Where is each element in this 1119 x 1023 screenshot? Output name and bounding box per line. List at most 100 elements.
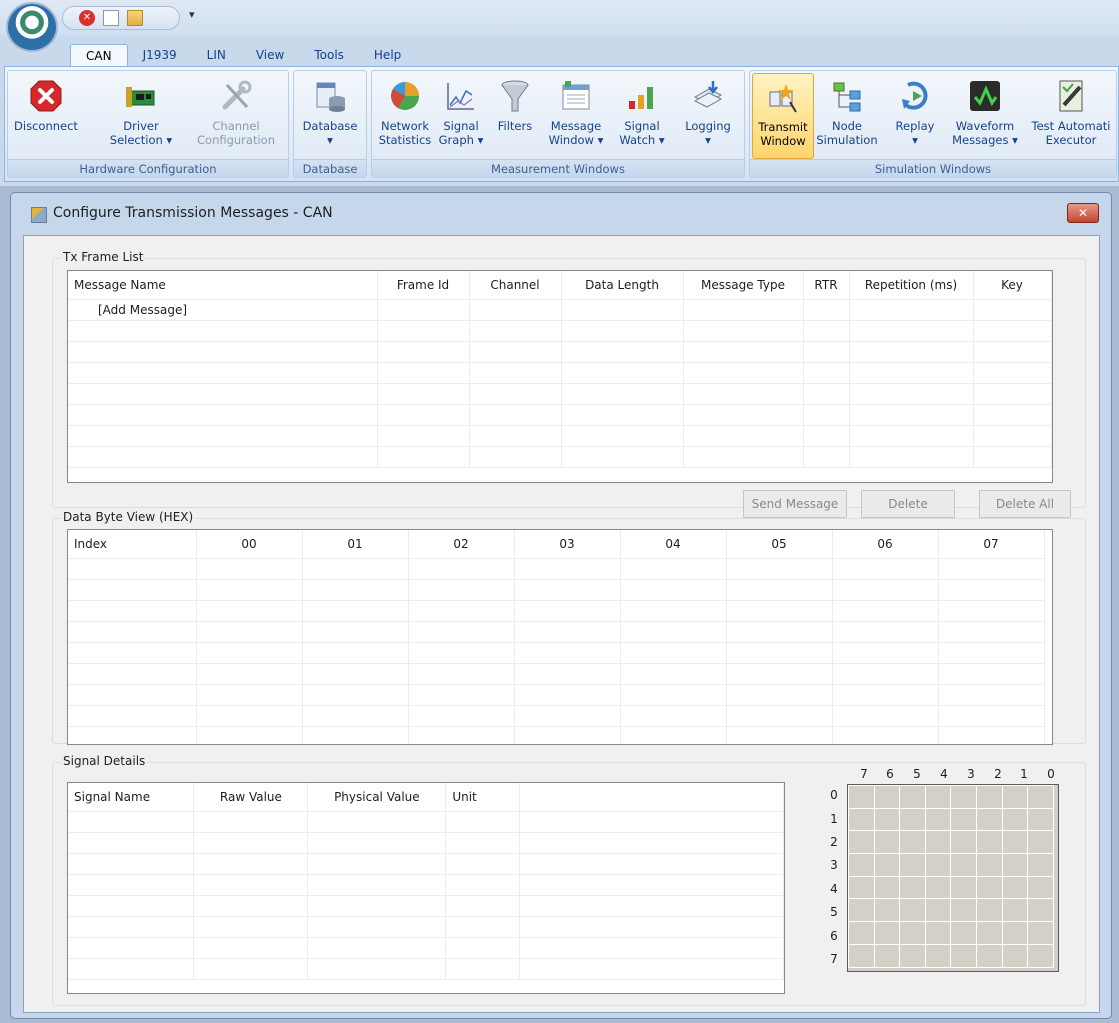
dialog-title: Configure Transmission Messages - CAN — [53, 205, 333, 221]
circuit-board-icon — [126, 87, 155, 107]
tab-can[interactable]: CAN — [70, 44, 128, 66]
table-header-row: Signal Name Raw Value Physical Value Uni… — [68, 783, 784, 812]
column-header-index: Index — [68, 530, 197, 559]
logging-icon — [693, 81, 723, 108]
tab-view[interactable]: View — [241, 44, 299, 66]
dialog-client-area: Tx Frame List Message Name Frame Id Chan… — [23, 235, 1100, 1013]
table-row — [68, 916, 784, 938]
table-row — [68, 663, 1045, 685]
send-message-button[interactable]: Send Message — [743, 490, 847, 518]
table-row — [68, 958, 784, 980]
replay-button[interactable]: Replay ▾ — [890, 73, 940, 159]
column-header-repetition[interactable]: Repetition (ms) — [849, 271, 974, 300]
column-header-byte-03: 03 — [514, 530, 621, 559]
column-header-raw-value[interactable]: Raw Value — [193, 783, 309, 812]
bit-column-label: 1 — [1020, 767, 1028, 781]
bit-row-label: 4 — [830, 882, 838, 896]
table-row — [68, 832, 784, 854]
network-statistics-button[interactable]: Network Statistics — [374, 73, 436, 159]
column-header-unit[interactable]: Unit — [445, 783, 521, 812]
column-header-message-name[interactable]: Message Name — [68, 271, 378, 300]
tab-j1939[interactable]: J1939 — [128, 44, 192, 66]
table-row — [68, 621, 1045, 643]
column-header-key[interactable]: Key — [973, 271, 1052, 300]
pie-chart-icon — [391, 82, 419, 110]
ribbon: Disconnect Driver Selection ▾ Channel Co… — [4, 66, 1119, 182]
bit-column-label: 5 — [913, 767, 921, 781]
dialog-title-bar[interactable]: Configure Transmission Messages - CAN ✕ — [11, 193, 1111, 235]
table-row — [68, 874, 784, 896]
signal-graph-button[interactable]: Signal Graph ▾ — [436, 73, 486, 159]
message-window-button[interactable]: Message Window ▾ — [544, 73, 608, 159]
logging-button[interactable]: Logging ▾ — [676, 73, 740, 159]
signal-details-table[interactable]: Signal Name Raw Value Physical Value Uni… — [67, 782, 785, 994]
table-row — [68, 853, 784, 875]
table-row — [68, 600, 1045, 622]
table-row — [68, 362, 1052, 384]
application-menu-button[interactable] — [6, 2, 58, 52]
tx-frame-list-table[interactable]: Message Name Frame Id Channel Data Lengt… — [67, 270, 1053, 483]
table-row — [68, 579, 1045, 601]
bit-column-label: 2 — [994, 767, 1002, 781]
node-simulation-button[interactable]: Node Simulation — [816, 73, 878, 159]
column-header-message-type[interactable]: Message Type — [683, 271, 804, 300]
transmit-icon — [769, 84, 797, 113]
stop-icon[interactable]: ✕ — [79, 10, 95, 26]
funnel-icon — [501, 80, 529, 112]
table-row — [68, 446, 1052, 468]
open-folder-icon[interactable] — [127, 10, 143, 26]
waveform-icon — [970, 81, 1000, 111]
data-byte-table[interactable]: Index 00 01 02 03 04 05 06 07 — [67, 529, 1053, 745]
disconnect-button[interactable]: Disconnect — [10, 73, 82, 159]
delete-all-button[interactable]: Delete All — [979, 490, 1071, 518]
bit-row-label: 3 — [830, 858, 838, 872]
transmit-window-button[interactable]: Transmit Window — [752, 73, 814, 159]
stop-sign-icon — [30, 80, 62, 112]
table-row — [68, 811, 784, 833]
tab-lin[interactable]: LIN — [192, 44, 241, 66]
table-row — [68, 383, 1052, 405]
ribbon-tabs: CAN J1939 LIN View Tools Help — [70, 44, 416, 66]
tx-frame-list-group: Tx Frame List Message Name Frame Id Chan… — [52, 250, 1086, 518]
group-hardware-configuration: Disconnect Driver Selection ▾ Channel Co… — [7, 70, 289, 178]
database-icon — [316, 82, 345, 112]
bit-row-label: 5 — [830, 905, 838, 919]
table-row — [68, 684, 1045, 706]
column-header-byte-02: 02 — [408, 530, 515, 559]
filters-button[interactable]: Filters — [490, 73, 540, 159]
add-message-cell[interactable]: [Add Message] — [68, 299, 378, 321]
column-header-frame-id[interactable]: Frame Id — [377, 271, 470, 300]
bit-row-label: 2 — [830, 835, 838, 849]
channel-configuration-button[interactable]: Channel Configuration — [188, 73, 284, 159]
close-button[interactable]: ✕ — [1067, 203, 1099, 223]
tab-tools[interactable]: Tools — [299, 44, 359, 66]
signal-details-legend: Signal Details — [61, 754, 148, 768]
column-header-rtr[interactable]: RTR — [803, 271, 850, 300]
column-header-signal-name[interactable]: Signal Name — [68, 783, 195, 812]
waveform-messages-button[interactable]: Waveform Messages ▾ — [948, 73, 1022, 159]
customize-quick-access-button[interactable]: ▾ — [189, 8, 195, 21]
column-header-byte-01: 01 — [302, 530, 409, 559]
test-automation-executor-button[interactable]: Test Automati Executor — [1026, 73, 1116, 159]
signal-watch-button[interactable]: Signal Watch ▾ — [612, 73, 672, 159]
table-row — [68, 558, 1045, 580]
replay-icon — [902, 81, 928, 110]
tab-help[interactable]: Help — [359, 44, 416, 66]
driver-selection-button[interactable]: Driver Selection ▾ — [104, 73, 178, 159]
bit-column-label: 0 — [1047, 767, 1055, 781]
column-header-physical-value[interactable]: Physical Value — [307, 783, 447, 812]
transmit-window-icon — [31, 207, 47, 223]
new-file-icon[interactable] — [103, 10, 119, 26]
table-row — [68, 895, 784, 917]
database-button[interactable]: Database ▾ — [298, 73, 362, 159]
group-measurement-windows: Network Statistics Signal Graph ▾ Filter… — [371, 70, 745, 178]
column-header-data-length[interactable]: Data Length — [561, 271, 684, 300]
tx-frame-list-legend: Tx Frame List — [61, 250, 146, 264]
bit-row-label: 6 — [830, 929, 838, 943]
delete-button[interactable]: Delete — [861, 490, 955, 518]
group-simulation-windows: Transmit Window Node Simulation Replay ▾ — [749, 70, 1117, 178]
column-header-channel[interactable]: Channel — [469, 271, 562, 300]
group-database: Database ▾ Database — [293, 70, 367, 178]
table-row — [68, 642, 1045, 664]
table-row[interactable]: [Add Message] — [68, 299, 1052, 321]
